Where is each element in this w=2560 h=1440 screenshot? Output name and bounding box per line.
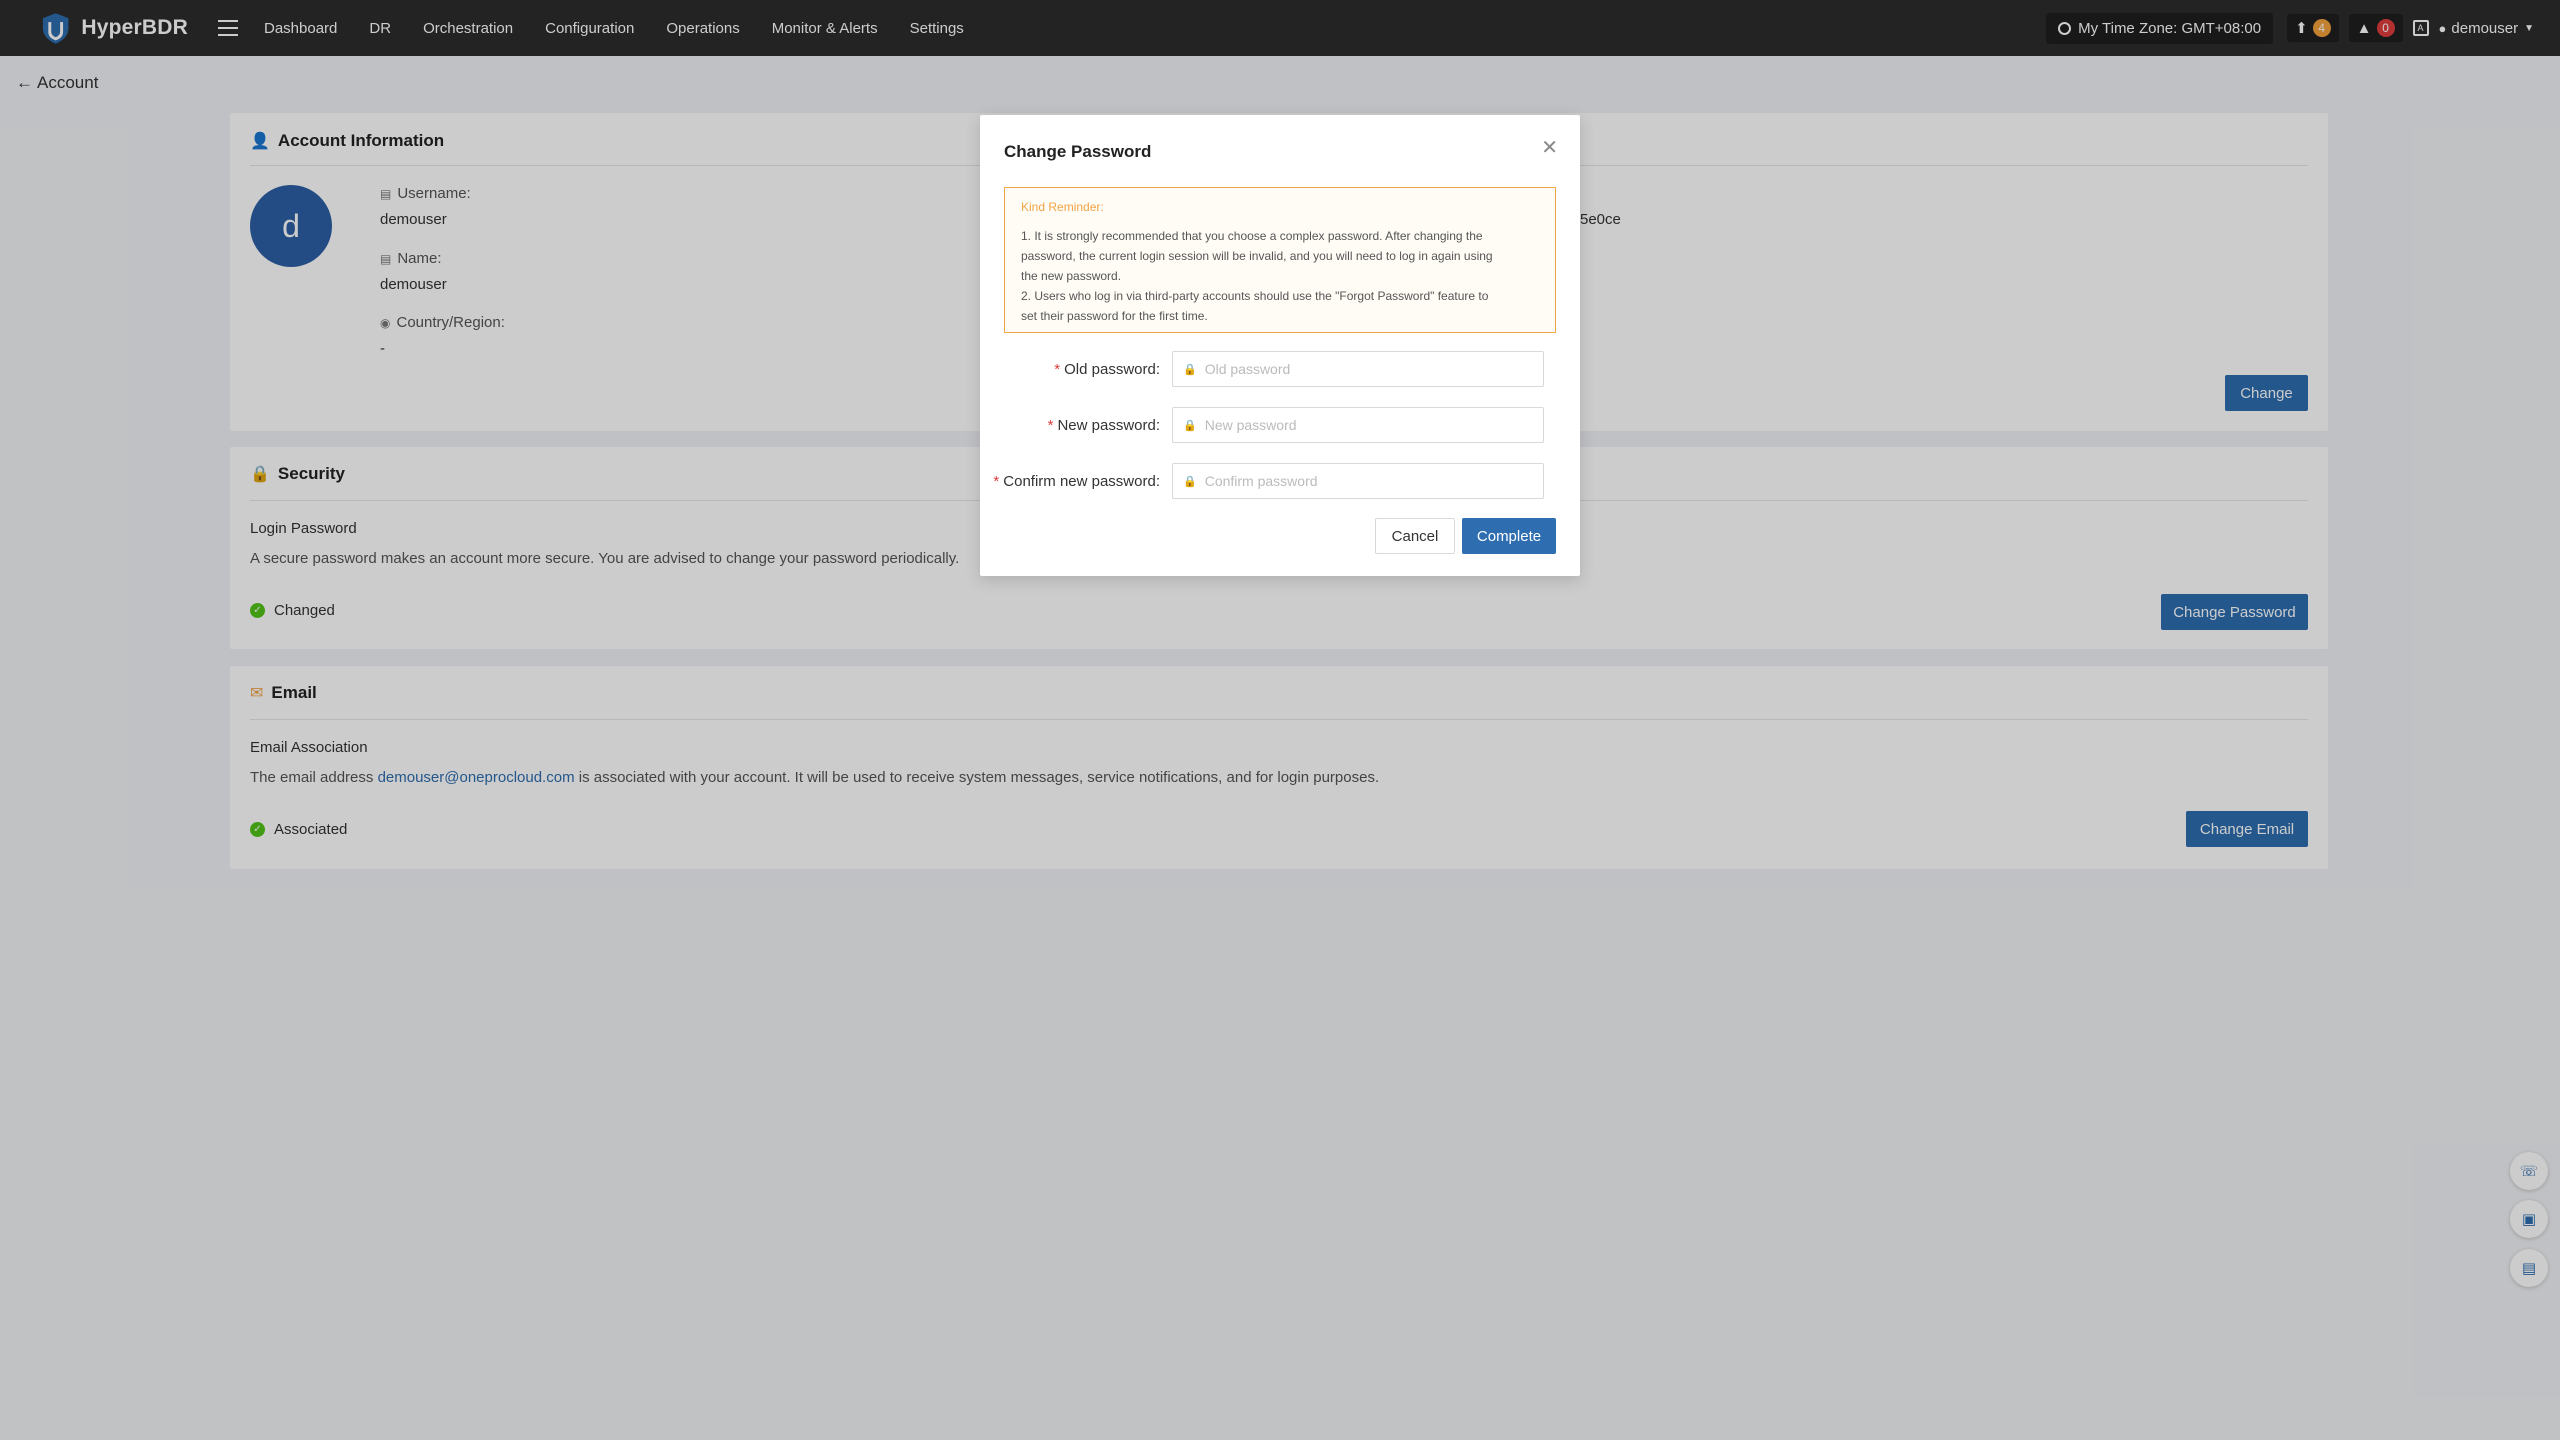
lock-icon: 🔒 bbox=[1183, 475, 1197, 488]
reminder-line: password, the current login session will… bbox=[1021, 249, 1493, 263]
confirm-password-row: * Confirm new password: 🔒 bbox=[980, 463, 1580, 499]
new-password-field[interactable]: 🔒 bbox=[1172, 407, 1544, 443]
close-icon[interactable]: ✕ bbox=[1541, 135, 1558, 160]
complete-button[interactable]: Complete bbox=[1462, 518, 1556, 554]
lock-icon: 🔒 bbox=[1183, 419, 1197, 432]
new-password-input[interactable] bbox=[1204, 417, 1525, 433]
old-password-row: * Old password: 🔒 bbox=[980, 351, 1580, 387]
confirm-password-label: * Confirm new password: bbox=[993, 472, 1160, 490]
reminder-line: 2. Users who log in via third-party acco… bbox=[1021, 289, 1489, 303]
new-password-row: * New password: 🔒 bbox=[980, 407, 1580, 443]
modal-title: Change Password bbox=[1004, 142, 1152, 161]
reminder-line: set their password for the first time. bbox=[1021, 309, 1208, 323]
old-password-field[interactable]: 🔒 bbox=[1172, 351, 1544, 387]
lock-icon: 🔒 bbox=[1183, 363, 1197, 376]
old-password-input[interactable] bbox=[1204, 361, 1525, 377]
kind-reminder-box: Kind Reminder: 1. It is strongly recomme… bbox=[1004, 187, 1556, 333]
reminder-title: Kind Reminder: bbox=[1021, 200, 1104, 214]
confirm-password-input[interactable] bbox=[1204, 473, 1525, 489]
reminder-line: the new password. bbox=[1021, 269, 1122, 283]
new-password-label: * New password: bbox=[1047, 416, 1160, 434]
cancel-button[interactable]: Cancel bbox=[1375, 518, 1455, 554]
reminder-line: 1. It is strongly recommended that you c… bbox=[1021, 229, 1483, 243]
confirm-password-field[interactable]: 🔒 bbox=[1172, 463, 1544, 499]
change-password-modal: Change Password ✕ Kind Reminder: 1. It i… bbox=[980, 115, 1580, 576]
old-password-label: * Old password: bbox=[1054, 360, 1160, 378]
